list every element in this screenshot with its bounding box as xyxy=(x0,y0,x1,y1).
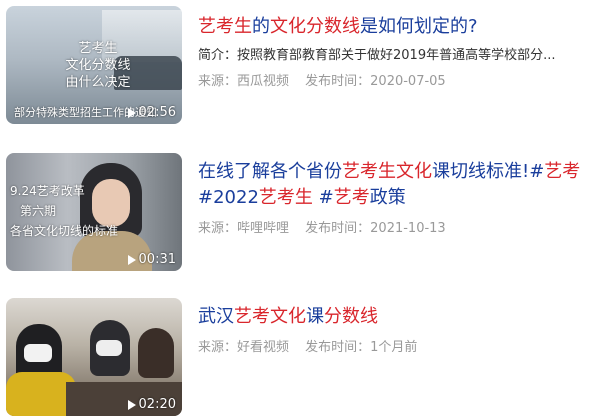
video-result-item: 9.24艺考改革 第六期 各省文化切线的标准 00:31 在线了解各个省份艺考生… xyxy=(0,153,606,273)
video-title-link[interactable]: 艺考生的文化分数线是如何划定的? xyxy=(198,14,598,40)
thumbnail-mask xyxy=(24,344,52,362)
video-duration: 02:20 xyxy=(127,397,176,412)
video-source: 来源：哔哩哔哩 xyxy=(198,221,290,236)
video-result-item: 艺考生 文化分数线 由什么决定 部分特殊类型招生工作的通知 02:56 艺考生的… xyxy=(0,6,606,126)
video-thumbnail[interactable]: 9.24艺考改革 第六期 各省文化切线的标准 00:31 xyxy=(6,153,182,271)
video-duration: 02:56 xyxy=(127,105,176,120)
video-summary: 简介：按照教育部教育部关于做好2019年普通高等学校部分... xyxy=(198,48,556,63)
video-date: 发布时间：2020-07-05 xyxy=(305,74,446,89)
thumbnail-person xyxy=(138,328,174,378)
video-thumbnail[interactable]: 02:20 xyxy=(6,298,182,416)
duration-text: 02:20 xyxy=(138,397,176,412)
thumbnail-mask xyxy=(96,340,122,356)
video-meta: 来源：哔哩哔哩 发布时间：2021-10-13 xyxy=(198,217,458,236)
video-date: 发布时间：2021-10-13 xyxy=(305,221,446,236)
play-icon xyxy=(127,254,136,265)
video-date: 发布时间：1个月前 xyxy=(305,340,418,355)
video-source: 来源：好看视频 xyxy=(198,340,290,355)
video-duration: 00:31 xyxy=(127,252,176,267)
play-icon xyxy=(127,399,136,410)
video-title-link[interactable]: 武汉艺考文化课分数线 xyxy=(198,304,598,330)
video-result-list: 艺考生 文化分数线 由什么决定 部分特殊类型招生工作的通知 02:56 艺考生的… xyxy=(0,0,606,418)
video-source: 来源：西瓜视频 xyxy=(198,74,290,89)
thumbnail-text: 艺考生 文化分数线 由什么决定 xyxy=(65,41,131,90)
video-result-item: 02:20 武汉艺考文化课分数线 来源：好看视频 发布时间：1个月前 xyxy=(0,298,606,418)
duration-text: 00:31 xyxy=(138,252,176,267)
video-meta: 来源：西瓜视频 发布时间：2020-07-05 xyxy=(198,70,458,89)
duration-text: 02:56 xyxy=(138,105,176,120)
video-title-link[interactable]: 在线了解各个省份艺考生文化课切线标准!#艺考 #2022艺考生 #艺考政策 xyxy=(198,159,598,211)
play-icon xyxy=(127,107,136,118)
video-meta: 来源：好看视频 发布时间：1个月前 xyxy=(198,336,429,355)
video-thumbnail[interactable]: 艺考生 文化分数线 由什么决定 部分特殊类型招生工作的通知 02:56 xyxy=(6,6,182,124)
thumbnail-text: 9.24艺考改革 第六期 各省文化切线的标准 xyxy=(10,184,119,238)
